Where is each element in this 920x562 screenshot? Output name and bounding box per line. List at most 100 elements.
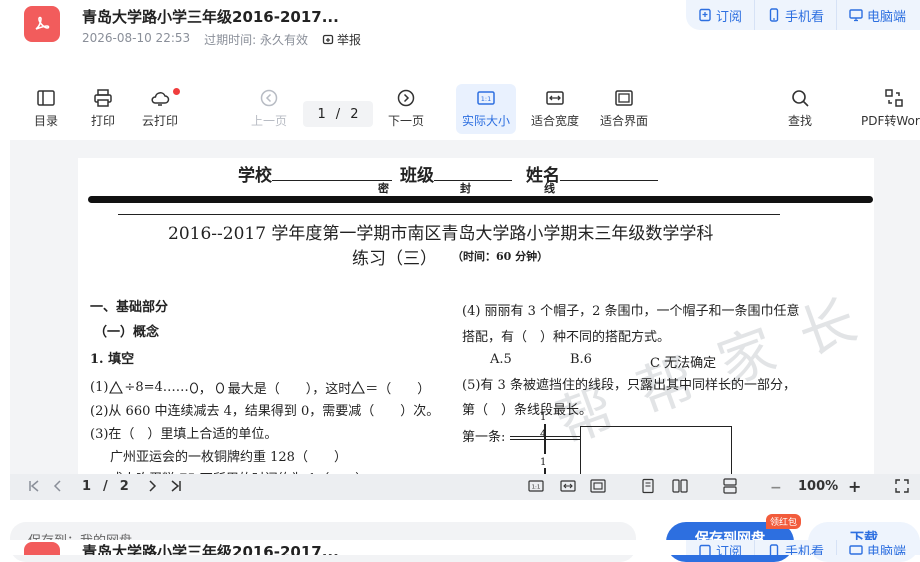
prev-page-small-button[interactable] [50, 478, 66, 494]
last-page-button[interactable] [168, 478, 184, 494]
search-icon [792, 90, 809, 107]
printer-icon [94, 89, 112, 107]
convert-icon [885, 89, 903, 107]
next-page-small-button[interactable] [144, 478, 160, 494]
single-page-icon [642, 478, 654, 494]
toc-button[interactable]: 目录 [34, 84, 58, 129]
option-b: B.6 [570, 352, 592, 367]
class-label: 班级 [400, 166, 434, 186]
minus-icon: − [770, 480, 782, 496]
chevron-right-icon [149, 480, 157, 492]
fraction-numerator: 1 [540, 412, 547, 423]
sticky-actions: 订阅 手机看 电脑端 [686, 540, 920, 555]
desktop-view-label: 电脑端 [867, 9, 907, 25]
fullscreen-button[interactable] [894, 478, 910, 494]
report-label: 举报 [337, 33, 362, 47]
actual-size-button[interactable]: 1:1 实际大小 [456, 84, 517, 134]
segment-one [510, 436, 580, 440]
sticky-title: 青岛大学路小学三年级2016-2017... [82, 543, 339, 555]
search-label: 查找 [788, 114, 813, 128]
fraction2-numerator: 1 [540, 457, 547, 468]
current-page: 1 [317, 106, 326, 122]
report-link[interactable]: 举报 [322, 31, 361, 48]
fullscreen-icon [895, 479, 909, 493]
fit-width-button[interactable]: 适合宽度 [531, 84, 579, 129]
scroll-view-button[interactable] [722, 478, 738, 494]
seal-char-2: 封 [460, 182, 471, 195]
fit-page-icon [615, 90, 633, 106]
bottom-total-pages: 2 [119, 479, 129, 494]
mobile-view-button[interactable]: 手机看 [755, 0, 838, 30]
page-number-input[interactable]: 1 / 2 [303, 101, 373, 127]
scroll-view-icon [723, 478, 737, 494]
sticky-mobile-button[interactable]: 手机看 [755, 540, 838, 555]
svg-text:1:1: 1:1 [532, 485, 541, 491]
bottom-page-sep: / [103, 479, 108, 494]
circle-icon [189, 382, 198, 394]
sticky-pdf-icon [24, 542, 60, 555]
toc-icon [37, 90, 55, 106]
fill-item-1: (1) ÷8=4…… ， 最大是（ ），这时 ＝（ ） [90, 378, 430, 397]
bookmark-icon [699, 8, 711, 22]
search-button[interactable]: 查找 [788, 84, 812, 129]
actual-size-icon: 1:1 [477, 91, 495, 105]
cloud-print-button[interactable]: 云打印 [142, 84, 181, 129]
bottom-actual-size-button[interactable]: 1:1 [528, 478, 544, 494]
prev-page-button[interactable]: 上一页 [251, 84, 287, 129]
option-c: C 无法确定 [650, 356, 717, 371]
bookmark-icon [699, 544, 711, 555]
subscribe-label: 订阅 [716, 9, 743, 25]
pdf-file-icon [24, 6, 60, 42]
actual-size-small-icon: 1:1 [528, 480, 544, 492]
sticky-header: 青岛大学路小学三年级2016-2017... 订阅 手机看 电脑端 [0, 540, 920, 555]
seal-char-3: 线 [544, 182, 555, 195]
section-heading: 一、基础部分 [90, 300, 169, 315]
exam-subtitle: 练习（三） [352, 249, 437, 269]
next-page-button[interactable]: 下一页 [388, 84, 424, 129]
fill-item-3-sub1: 广州亚运会的一枚铜牌约重 128（ ） [110, 450, 347, 465]
item1-question: 最大是（ ），这时 [227, 382, 352, 397]
doc-meta: 2026-08-10 22:53 过期时间: 永久有效 举报 [82, 31, 361, 48]
zoom-in-button[interactable]: + [848, 477, 861, 496]
sticky-desktop-label: 电脑端 [867, 545, 907, 555]
pdf-to-word-button[interactable]: PDF转Word [861, 84, 920, 129]
bottom-page-indicator: 1 / 2 [82, 479, 129, 494]
sticky-subscribe-button[interactable]: 订阅 [686, 540, 756, 555]
plus-icon: + [848, 477, 862, 496]
student-info-line: 学校 班级 姓名 [238, 161, 658, 186]
viewer-toolbar: 目录 打印 云打印 上一页 1 / 2 下一页 1:1 实际大小 适合宽度 适合… [0, 84, 920, 138]
cloud-print-label: 云打印 [142, 114, 179, 128]
subscribe-button[interactable]: 订阅 [686, 0, 756, 30]
two-page-icon [672, 479, 688, 493]
desktop-view-button[interactable]: 电脑端 [837, 0, 918, 30]
sticky-desktop-button[interactable]: 电脑端 [837, 540, 918, 555]
monitor-icon [849, 544, 863, 555]
doc-title: 青岛大学路小学三年级2016-2017... [82, 8, 339, 26]
header-actions: 订阅 手机看 电脑端 [686, 0, 920, 30]
question-heading: 1. 填空 [90, 352, 135, 367]
print-button[interactable]: 打印 [91, 84, 115, 129]
fit-page-button[interactable]: 适合界面 [600, 84, 648, 129]
report-icon [322, 34, 334, 44]
title-rule [118, 214, 780, 215]
chevron-left-icon [53, 480, 61, 492]
fill-item-5-line2: 第（ ）条线段最长。 [462, 403, 593, 418]
zoom-out-button[interactable]: − [770, 480, 782, 496]
red-packet-badge[interactable]: 领红包 [766, 514, 802, 529]
expiry-value: 永久有效 [260, 33, 309, 47]
chevron-left-circle-icon [260, 89, 278, 107]
document-viewer[interactable]: 学校 班级 姓名 密 封 线 2016--2017 学年度第一学期市南区青岛大学路小… [10, 140, 920, 500]
bottom-fit-width-button[interactable] [560, 478, 576, 494]
bottom-fit-page-button[interactable] [590, 478, 606, 494]
exam-title: 2016--2017 学年度第一学期市南区青岛大学路小学期末三年级数学学科 [168, 224, 714, 244]
single-page-view-button[interactable] [640, 478, 656, 494]
option-a: A.5 [490, 352, 512, 367]
pdf-to-word-label: PDF转Word [861, 114, 920, 128]
first-page-button[interactable] [26, 478, 42, 494]
document-page: 学校 班级 姓名 密 封 线 2016--2017 学年度第一学期市南区青岛大学路小… [78, 158, 874, 500]
expiry-info: 过期时间: 永久有效 [204, 31, 308, 48]
two-page-view-button[interactable] [672, 478, 688, 494]
triangle-icon [351, 381, 366, 394]
fit-width-small-icon [560, 480, 576, 492]
sticky-subscribe-label: 订阅 [716, 545, 743, 555]
